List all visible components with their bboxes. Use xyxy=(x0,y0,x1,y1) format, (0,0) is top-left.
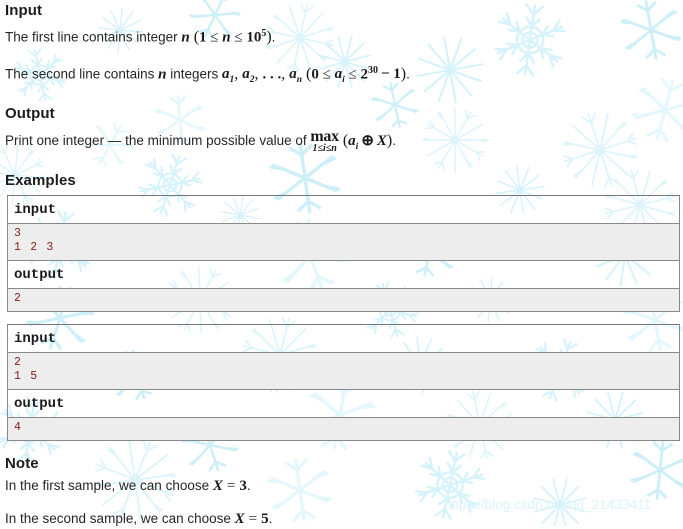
math-an: an xyxy=(289,66,303,85)
constraint-high-1: 10 xyxy=(246,29,262,46)
input-line-1: The first line contains integer n (1 ≤ n… xyxy=(5,24,678,48)
math-a2: a2 xyxy=(242,66,255,85)
sample-1-output-data[interactable]: 2 xyxy=(8,289,679,311)
note-1-equals: = xyxy=(226,478,236,494)
sample-2-input-label: input xyxy=(14,331,57,347)
output-line-prefix: Print one integer — the minimum possible… xyxy=(5,133,311,148)
le-symbol-4: ≤ xyxy=(344,66,361,82)
input-line-2: The second line contains n integers a1, … xyxy=(5,61,678,91)
constraint-low-1: 1 xyxy=(199,29,207,46)
input-heading: Input xyxy=(5,2,43,19)
input-line-2-prefix: The second line contains xyxy=(5,66,159,81)
note-1-suffix: . xyxy=(246,478,251,493)
ellipsis: . . . xyxy=(262,66,282,82)
note-line-1: In the first sample, we can choose X = 3. xyxy=(5,476,678,496)
output-heading: Output xyxy=(5,105,55,122)
sample-1-output-header: output xyxy=(8,261,679,289)
note-2-equals: = xyxy=(248,511,258,527)
note-line-1-prefix: In the first sample, we can choose xyxy=(5,478,213,493)
constraint-high-exp-2: 30 xyxy=(367,64,378,76)
sample-2-input-data[interactable]: 2 1 5 xyxy=(8,353,679,390)
note-2-value: 5 xyxy=(261,511,269,527)
max-operator: max 1≤i≤n xyxy=(310,129,339,154)
xor-symbol: ⊕ xyxy=(361,133,374,149)
sample-2-input-header: input xyxy=(8,325,679,353)
sample-test-2: input 2 1 5 output 4 xyxy=(7,324,680,441)
note-line-2-prefix: In the second sample, we can choose xyxy=(5,511,235,526)
constraint-low-2: 0 xyxy=(311,66,319,82)
note-1-value: 3 xyxy=(239,478,247,494)
max-operator-limits: 1≤i≤n xyxy=(312,143,337,154)
le-symbol-2: ≤ xyxy=(230,29,247,46)
math-var-n: n xyxy=(181,29,190,46)
sample-2-output-data[interactable]: 4 xyxy=(8,418,679,440)
constraint-minus-one: − 1 xyxy=(380,66,401,82)
math-a1: a1 xyxy=(221,66,235,85)
sample-2-output-header: output xyxy=(8,390,679,418)
input-line-1-prefix: The first line contains integer xyxy=(5,29,182,45)
formula-open-paren: ( xyxy=(338,132,349,149)
problem-statement: Input The first line contains integer n … xyxy=(0,0,683,529)
note-line-2: In the second sample, we can choose X = 5. xyxy=(5,509,678,529)
section-examples: Examples input 3 1 2 3 output 2 input 2 … xyxy=(5,172,680,441)
sample-test-1: input 3 1 2 3 output 2 xyxy=(7,195,680,312)
period-1: . xyxy=(271,29,276,45)
constraint-high-base-2: 2 xyxy=(360,66,368,82)
formula-a-sub-i: ai xyxy=(348,133,359,152)
sample-1-output-label: output xyxy=(14,267,65,283)
period-3: . xyxy=(392,133,396,148)
section-input: Input The first line contains integer n … xyxy=(5,0,678,90)
note-2-suffix: . xyxy=(268,511,273,526)
open-paren: ( xyxy=(189,28,200,46)
sample-1-input-header: input xyxy=(8,196,679,224)
sample-2-output-label: output xyxy=(14,396,65,412)
le-symbol: ≤ xyxy=(206,29,223,46)
math-var-n-2: n xyxy=(222,29,231,46)
note-heading: Note xyxy=(5,455,39,472)
output-line: Print one integer — the minimum possible… xyxy=(5,127,678,157)
le-symbol-3: ≤ xyxy=(318,66,335,82)
sample-1-input-label: input xyxy=(14,202,57,218)
input-line-2-mid: integers xyxy=(166,66,222,81)
examples-heading: Examples xyxy=(5,172,76,189)
sample-1-input-data[interactable]: 3 1 2 3 xyxy=(8,224,679,261)
section-note: Note In the first sample, we can choose … xyxy=(5,455,678,529)
open-paren-2: ( xyxy=(302,65,312,82)
formula-var-x: X xyxy=(376,133,387,149)
math-ai: ai xyxy=(334,66,345,85)
section-output: Output Print one integer — the minimum p… xyxy=(5,105,678,157)
period-2: . xyxy=(406,66,410,81)
note-2-var-x: X xyxy=(234,511,245,527)
note-1-var-x: X xyxy=(212,478,223,494)
